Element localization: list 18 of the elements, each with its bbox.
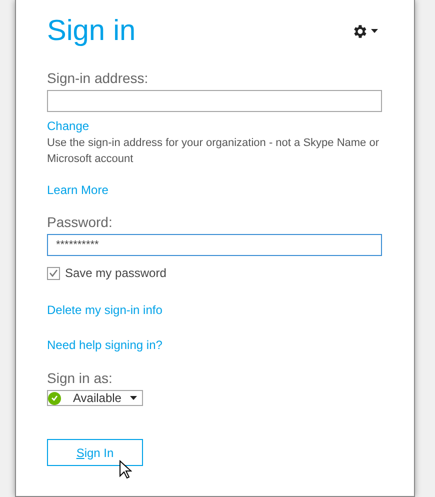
checkbox[interactable]: [47, 266, 60, 280]
settings-icon[interactable]: [351, 22, 378, 40]
delete-sign-in-info-link[interactable]: Delete my sign-in info: [47, 303, 162, 317]
caret-icon: [130, 396, 137, 400]
learn-more-link[interactable]: Learn More: [47, 183, 108, 197]
cursor-icon: [119, 460, 132, 479]
field-label: Sign-in address:: [47, 70, 150, 86]
sign-in-address-field[interactable]: [47, 90, 382, 112]
field-label: Password:: [47, 214, 114, 230]
sign-in-as-label: Sign in as:: [47, 370, 114, 386]
window-title: Sign in: [47, 14, 136, 48]
help-text: Use the sign-in address for your organization - not a Skype Name or Microsoft account: [47, 136, 380, 167]
password-field[interactable]: **********: [47, 234, 382, 256]
checkbox-label: Save my password: [65, 266, 166, 280]
status-dropdown[interactable]: Available: [47, 390, 143, 406]
change-link[interactable]: Change: [47, 119, 90, 133]
sign-in-button[interactable]: Sign In: [47, 439, 143, 466]
help-link[interactable]: Need help signing in?: [47, 338, 162, 352]
